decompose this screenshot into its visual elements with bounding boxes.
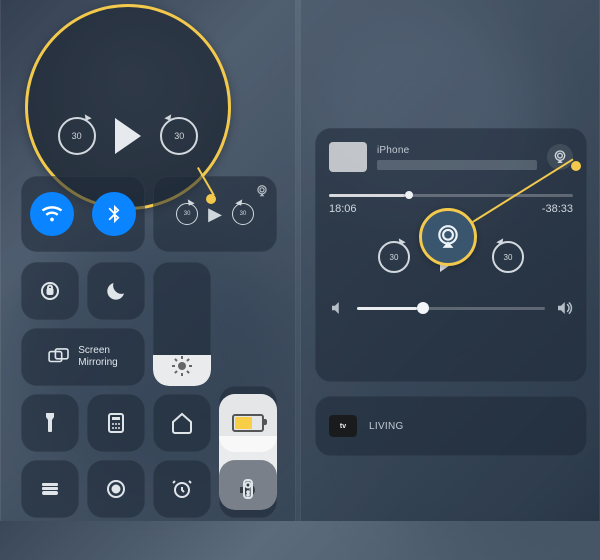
skip-forward-30-icon[interactable]: 30 xyxy=(492,241,524,273)
screen-record-button[interactable] xyxy=(87,460,145,518)
wifi-button[interactable] xyxy=(30,192,74,236)
wifi-icon xyxy=(41,203,63,225)
airplay-destination-label: LIVING xyxy=(369,421,404,432)
tv-remote-icon xyxy=(236,477,260,501)
bluetooth-button[interactable] xyxy=(92,192,136,236)
sun-icon xyxy=(170,354,194,378)
speaker-high-icon xyxy=(555,299,573,317)
airplay-icon[interactable] xyxy=(253,182,271,200)
callout-dot xyxy=(206,194,216,204)
bluetooth-icon xyxy=(103,203,125,225)
moon-icon xyxy=(104,279,128,303)
phone-left: 30 30 30 ▶ 30 xyxy=(0,0,296,521)
screen-mirroring-label: Screen Mirroring xyxy=(78,345,117,369)
time-elapsed: 18:06 xyxy=(329,203,357,215)
screen-mirroring-icon xyxy=(48,348,70,366)
calculator-icon xyxy=(104,411,128,435)
now-playing-tile[interactable]: 30 ▶ 30 xyxy=(153,176,277,252)
home-icon xyxy=(170,411,194,435)
connectivity-group xyxy=(21,176,145,252)
wallet-icon xyxy=(38,477,62,501)
artwork-thumbnail xyxy=(329,142,367,172)
scrubber[interactable] xyxy=(329,194,573,197)
alarm-icon xyxy=(170,477,194,501)
home-button[interactable] xyxy=(153,394,211,452)
screen-mirroring-button[interactable]: Screen Mirroring xyxy=(21,328,145,386)
orientation-lock-button[interactable] xyxy=(21,262,79,320)
airplay-icon xyxy=(435,224,461,250)
airplay-highlight-circle xyxy=(419,208,477,266)
calculator-button[interactable] xyxy=(87,394,145,452)
airplay-destination-card[interactable]: tv LIVING xyxy=(315,396,587,456)
alarm-button[interactable] xyxy=(153,460,211,518)
tv-remote-button[interactable] xyxy=(219,460,277,518)
flashlight-button[interactable] xyxy=(21,394,79,452)
play-icon[interactable] xyxy=(115,118,141,154)
do-not-disturb-button[interactable] xyxy=(87,262,145,320)
time-remaining: -38:33 xyxy=(542,203,573,215)
appletv-icon: tv xyxy=(329,415,357,437)
phone-right: iPhone 18:06 -38:33 30 30 xyxy=(300,0,600,521)
speaker-low-icon xyxy=(329,299,347,317)
record-icon xyxy=(104,477,128,501)
low-power-icon xyxy=(232,414,264,432)
low-power-button[interactable] xyxy=(219,394,277,452)
skip-back-30-icon[interactable]: 30 xyxy=(176,203,198,225)
skip-back-30-icon[interactable]: 30 xyxy=(378,241,410,273)
skip-back-30-icon[interactable]: 30 xyxy=(58,117,96,155)
callout-dot xyxy=(571,161,581,171)
brightness-slider[interactable] xyxy=(153,262,211,386)
skip-forward-30-icon[interactable]: 30 xyxy=(232,203,254,225)
track-title xyxy=(377,160,537,170)
wallet-button[interactable] xyxy=(21,460,79,518)
orientation-lock-icon xyxy=(38,279,62,303)
flashlight-icon xyxy=(38,411,62,435)
device-label: iPhone xyxy=(377,145,537,156)
volume-scrubber[interactable] xyxy=(357,307,545,310)
play-icon[interactable]: ▶ xyxy=(208,204,222,225)
skip-forward-30-icon[interactable]: 30 xyxy=(160,117,198,155)
